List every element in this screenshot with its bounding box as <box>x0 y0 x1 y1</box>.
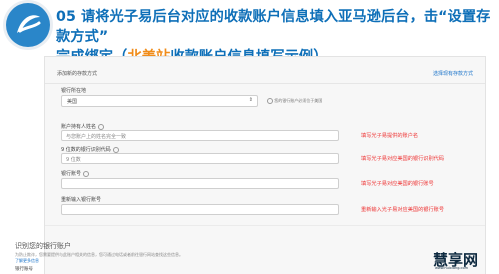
account-label-text: 银行账号 <box>61 171 82 177</box>
country-select[interactable]: 美国 ⇕ <box>61 95 258 107</box>
reenter-label: 重新输入银行账号 <box>61 197 102 203</box>
routing-placeholder: 9 位数 <box>66 157 81 163</box>
reenter-note: 重新输入光子易对应美国的银行账号 <box>361 207 445 213</box>
country-label: 银行所在地 <box>61 88 87 94</box>
account-label: 银行账号 <box>61 170 90 177</box>
panel-header: 添加新的存款方式 选择现有存款方式 <box>45 57 485 84</box>
identify-account-field-label: 银行账号 <box>15 267 33 272</box>
holder-name-input[interactable]: 与您账户上的姓名完全一致 <box>61 130 339 141</box>
country-help: 您的银行账户必须位于美国 <box>265 98 322 104</box>
help-icon[interactable] <box>98 123 105 130</box>
account-number-input[interactable] <box>61 178 339 189</box>
help-icon[interactable] <box>83 170 90 177</box>
deposit-method-panel: 添加新的存款方式 选择现有存款方式 银行所在地 美国 ⇕ 您的银行账户必须位于美… <box>44 56 486 274</box>
routing-note: 填写光子易对应美国的银行识别代码 <box>361 156 445 162</box>
info-icon <box>267 98 273 104</box>
holder-label: 账户持有人姓名 <box>61 123 105 130</box>
routing-number-input[interactable]: 9 位数 <box>61 153 339 164</box>
holder-name-placeholder: 与您账户上的姓名完全一致 <box>66 134 127 140</box>
panel-title: 添加新的存款方式 <box>57 71 98 77</box>
holder-note: 填写光子易提供的账户名 <box>361 133 419 139</box>
reenter-account-input[interactable] <box>61 204 339 215</box>
brand-logo-icon <box>6 3 50 47</box>
account-note: 填写光子易对应美国的银行账号 <box>361 181 434 187</box>
help-icon[interactable] <box>112 146 119 153</box>
learn-more-link[interactable]: 了解更多信息 <box>15 258 39 264</box>
divider <box>45 225 485 226</box>
watermark-subtext: www.huixiang.com <box>435 266 469 270</box>
select-existing-link[interactable]: 选择现有存款方式 <box>433 70 473 77</box>
watermark: 慧享网 www.huixiang.com <box>433 249 495 271</box>
identify-account-desc: 为防止欺诈，您需要提供与此账户相关的信息，您可通过电话或者前往银行网站查找这些信… <box>15 252 183 257</box>
identify-account-title: 识别您的银行账户 <box>15 242 71 250</box>
country-select-value: 美国 <box>67 99 78 105</box>
country-help-text: 您的银行账户必须位于美国 <box>274 98 323 103</box>
heading-line-1: 05 请将光子易后台对应的收款账户信息填入亚马逊后台，击“设置存款方式” <box>56 9 491 45</box>
chevron-updown-icon: ⇕ <box>248 97 253 103</box>
routing-label: 9 位数的银行识别代码 <box>61 146 119 153</box>
